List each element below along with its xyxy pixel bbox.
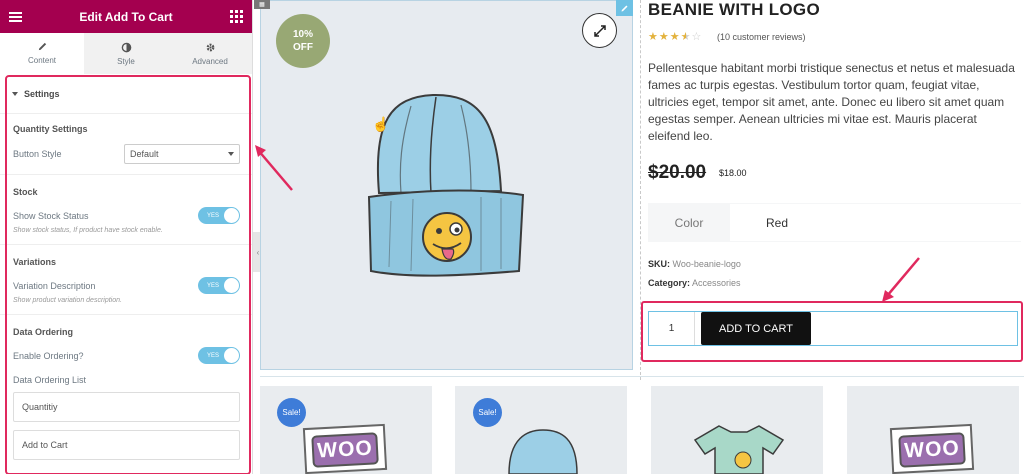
zoom-expand-button[interactable]: [582, 13, 617, 48]
tab-advanced-label: Advanced: [192, 56, 228, 66]
discount-badge-off: OFF: [293, 42, 313, 53]
contrast-icon: [121, 42, 131, 52]
enable-ordering-label: Enable Ordering?: [13, 350, 84, 361]
hand-cursor-icon: ☝: [372, 116, 390, 132]
section-divider: [260, 376, 1024, 377]
woo-logo-image: WOO: [302, 423, 388, 474]
panel-body: Settings Quantity Settings Button Style …: [0, 74, 252, 474]
star-icon: ★: [648, 31, 658, 43]
toggle-knob: [224, 208, 239, 223]
star-empty-icon: ☆: [691, 31, 702, 43]
panel-tabs: Content Style Advanced: [0, 33, 252, 74]
gear-icon: [206, 43, 214, 51]
pencil-icon: [38, 42, 46, 50]
variation-desc-row: Variation Description YES: [0, 277, 252, 294]
attribute-value: Red: [730, 203, 1021, 242]
star-icon: ★: [669, 31, 680, 43]
show-stock-toggle[interactable]: YES: [198, 207, 240, 224]
variation-desc-label: Variation Description: [13, 280, 96, 291]
enable-ordering-toggle[interactable]: YES: [198, 347, 240, 364]
panel-header: Edit Add To Cart: [0, 0, 252, 33]
sale-price: $18.00: [719, 168, 747, 178]
button-style-row: Button Style Default: [0, 144, 252, 164]
ordering-item[interactable]: Quantitiy: [13, 392, 240, 422]
button-style-value: Default: [130, 149, 159, 159]
variation-desc-hint: Show product variation description.: [13, 297, 122, 304]
discount-badge-percent: 10%: [292, 29, 313, 40]
settings-section-title: Settings: [24, 88, 60, 99]
tab-style[interactable]: Style: [84, 33, 168, 74]
toggle-knob: [224, 348, 239, 363]
variations-heading: Variations: [13, 257, 57, 267]
product-description: Pellentesque habitant morbi tristique se…: [648, 61, 1015, 143]
add-to-cart-button[interactable]: ADD TO CART: [701, 312, 811, 345]
show-stock-hint: Show stock status, If product have stock…: [13, 227, 163, 234]
sku-value: Woo-beanie-logo: [672, 259, 741, 269]
beanie-thumbnail: [508, 429, 578, 474]
show-stock-row: Show Stock Status YES: [0, 207, 252, 224]
ordering-item-label: Add to Cart: [22, 440, 68, 450]
review-count-link[interactable]: (10 customer reviews): [717, 32, 806, 42]
category-label: Category:: [648, 278, 691, 288]
button-style-label: Button Style: [13, 149, 62, 159]
settings-section-toggle[interactable]: Settings: [0, 74, 252, 114]
category-row: Category: Accessories: [648, 278, 741, 288]
annotation-arrow-cart: [882, 257, 920, 302]
related-product-card[interactable]: [651, 386, 823, 474]
tshirt-thumbnail: [693, 425, 785, 474]
edit-widget-pencil-icon[interactable]: [616, 0, 633, 16]
sale-badge: Sale!: [473, 398, 502, 427]
tab-style-label: Style: [117, 56, 135, 66]
show-stock-label: Show Stock Status: [13, 210, 89, 221]
category-link[interactable]: Accessories: [692, 278, 741, 288]
sku-row: SKU: Woo-beanie-logo: [648, 259, 741, 269]
enable-ordering-row: Enable Ordering? YES: [0, 347, 252, 364]
woo-logo-image: WOO: [889, 423, 975, 474]
star-icon: ★: [658, 31, 669, 43]
toggle-text: YES: [207, 212, 220, 219]
tab-content[interactable]: Content: [0, 33, 84, 74]
add-to-cart-form: 1 ADD TO CART: [648, 311, 1018, 346]
quantity-settings-heading: Quantity Settings: [13, 124, 88, 134]
expand-arrows-icon: [593, 24, 606, 37]
attribute-name: Color: [648, 203, 730, 242]
quantity-input[interactable]: 1: [649, 312, 695, 345]
sale-badge: Sale!: [277, 398, 306, 427]
section-handle-icon[interactable]: ▦: [254, 0, 270, 9]
woo-logo-text: WOO: [311, 432, 379, 468]
product-title: BEANIE WITH LOGO: [648, 0, 820, 19]
discount-badge: 10% OFF: [276, 14, 330, 68]
toggle-text: YES: [207, 282, 220, 289]
data-ordering-heading: Data Ordering: [13, 327, 74, 337]
hamburger-menu-icon[interactable]: [9, 11, 22, 22]
toggle-text: YES: [207, 352, 220, 359]
caret-down-icon: [12, 91, 18, 96]
panel-title: Edit Add To Cart: [79, 9, 173, 24]
star-rating: ★ ★ ★ ★ ☆: [648, 31, 701, 43]
tab-advanced[interactable]: Advanced: [168, 33, 252, 74]
tab-content-label: Content: [27, 55, 57, 65]
sku-label: SKU:: [648, 259, 670, 269]
related-product-card[interactable]: WOO: [847, 386, 1019, 474]
ordering-list-label: Data Ordering List: [13, 375, 87, 385]
ordering-item[interactable]: Add to Cart: [13, 430, 240, 460]
button-style-select[interactable]: Default: [124, 144, 240, 164]
chevron-down-icon: [228, 152, 234, 156]
woo-logo-text: WOO: [898, 432, 966, 468]
star-half-icon: ★: [680, 31, 691, 43]
ordering-item-label: Quantitiy: [22, 402, 58, 412]
regular-price: $20.00: [648, 162, 707, 183]
toggle-knob: [224, 278, 239, 293]
stock-heading: Stock: [13, 187, 38, 197]
variation-desc-toggle[interactable]: YES: [198, 277, 240, 294]
ordering-list-row: Data Ordering List: [0, 375, 252, 385]
attributes-table: Color Red: [648, 203, 1021, 242]
widgets-grid-icon[interactable]: [229, 10, 243, 23]
editor-panel: Edit Add To Cart Content Style Advanced …: [0, 0, 253, 474]
